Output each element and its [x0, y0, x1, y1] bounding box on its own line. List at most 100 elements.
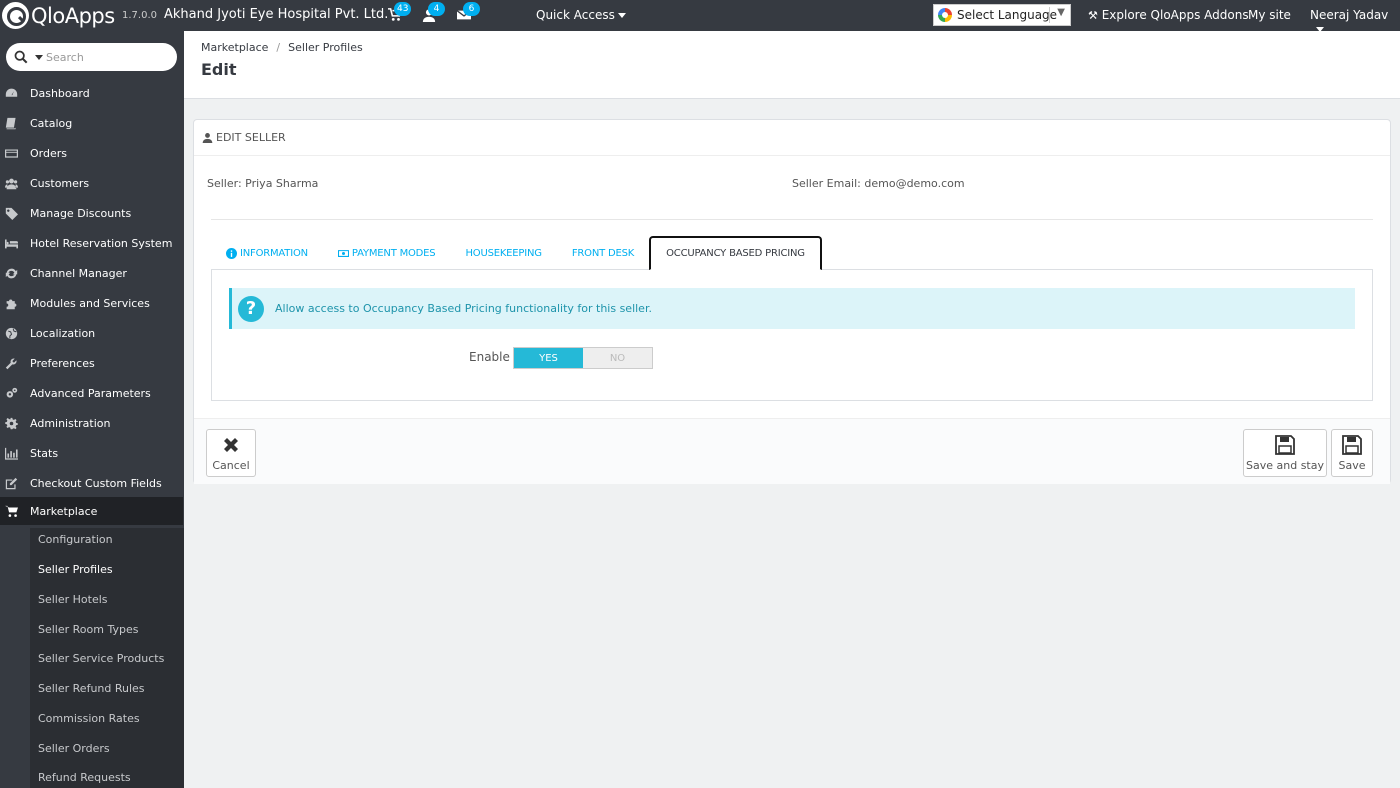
panel-footer: Cancel Save and stay Save — [194, 418, 1390, 484]
save-button[interactable]: Save — [1331, 429, 1373, 477]
version-label: 1.7.0.0 — [122, 10, 157, 21]
sidebar-item-preferences[interactable]: Preferences — [0, 349, 184, 377]
cogs-icon — [6, 387, 18, 398]
sidebar-item-modules-and-services[interactable]: Modules and Services — [0, 289, 184, 317]
submenu-item-commission-rates[interactable]: Commission Rates — [38, 709, 140, 729]
customers-notification[interactable]: 4 — [422, 2, 445, 24]
sidebar-item-label: Marketplace — [30, 504, 98, 518]
search-icon[interactable] — [14, 50, 28, 64]
puzzle-icon: ⚒ — [1088, 9, 1098, 22]
toggle-yes[interactable]: YES — [514, 348, 583, 368]
alert-text: Allow access to Occupancy Based Pricing … — [275, 302, 652, 315]
search-type-caret-icon[interactable] — [35, 55, 43, 60]
info-alert: ? Allow access to Occupancy Based Pricin… — [229, 288, 1355, 329]
submenu-item-seller-refund-rules[interactable]: Seller Refund Rules — [38, 679, 145, 699]
sidebar-item-orders[interactable]: Orders — [0, 139, 184, 167]
seller-tabs: INFORMATION PAYMENT MODES HOUSEKEEPING F… — [211, 236, 822, 270]
submenu-item-refund-requests[interactable]: Refund Requests — [38, 768, 131, 788]
globe-icon — [5, 327, 18, 339]
orders-badge: 43 — [394, 2, 412, 16]
puzzle-icon — [6, 298, 17, 309]
sidebar-item-label: Administration — [30, 416, 111, 430]
tag-icon — [5, 207, 18, 220]
sidebar-item-label: Preferences — [30, 356, 95, 370]
bed-icon — [5, 238, 18, 248]
submenu-item-seller-service-products[interactable]: Seller Service Products — [38, 649, 164, 669]
tab-label: INFORMATION — [240, 247, 308, 259]
breadcrumb-item-seller-profiles[interactable]: Seller Profiles — [288, 41, 363, 54]
messages-notification[interactable]: 6 — [456, 2, 480, 24]
page-title: Edit — [201, 60, 237, 79]
caret-down-icon — [617, 13, 626, 18]
sidebar-item-label: Customers — [30, 176, 90, 190]
language-select[interactable]: Select Language ▼ — [933, 4, 1071, 26]
logo-text: QloApps — [31, 3, 115, 28]
customers-badge: 4 — [428, 2, 445, 16]
sidebar-item-advanced-parameters[interactable]: Advanced Parameters — [0, 379, 184, 407]
sidebar-item-marketplace[interactable]: Marketplace — [0, 497, 183, 525]
sidebar-item-dashboard[interactable]: Dashboard — [0, 79, 184, 107]
sidebar-item-manage-discounts[interactable]: Manage Discounts — [0, 199, 184, 227]
sidebar-item-administration[interactable]: Administration — [0, 409, 184, 437]
submenu-item-seller-hotels[interactable]: Seller Hotels — [38, 590, 108, 610]
quick-access-dropdown[interactable]: Quick Access — [536, 8, 626, 22]
enable-toggle[interactable]: YES NO — [513, 347, 653, 369]
shop-name[interactable]: Akhand Jyoti Eye Hospital Pvt. Ltd. — [164, 7, 388, 22]
submenu-item-configuration[interactable]: Configuration — [38, 530, 113, 550]
cancel-button[interactable]: Cancel — [206, 429, 256, 477]
sidebar-item-stats[interactable]: Stats — [0, 439, 184, 467]
save-and-stay-button[interactable]: Save and stay — [1243, 429, 1327, 477]
sidebar-item-label: Hotel Reservation System — [30, 236, 173, 250]
logo-icon — [2, 2, 29, 29]
sidebar-item-customers[interactable]: Customers — [0, 169, 184, 197]
info-circle-icon — [226, 247, 237, 259]
tab-housekeeping[interactable]: HOUSEKEEPING — [450, 236, 556, 270]
book-icon — [5, 117, 16, 129]
search-box — [6, 43, 177, 71]
dropdown-arrow-icon: ▼ — [1057, 7, 1065, 18]
tab-front-desk[interactable]: FRONT DESK — [557, 236, 649, 270]
toggle-no[interactable]: NO — [583, 348, 652, 368]
tab-label: PAYMENT MODES — [351, 247, 436, 259]
submenu-item-seller-room-types[interactable]: Seller Room Types — [38, 620, 138, 640]
users-icon — [5, 178, 18, 189]
dashboard-icon — [5, 88, 18, 97]
save-label: Save — [1338, 459, 1366, 472]
tab-payment-modes[interactable]: PAYMENT MODES — [323, 236, 451, 270]
explore-addons-link[interactable]: ⚒ Explore QloApps Addons — [1088, 8, 1249, 22]
search-input[interactable] — [46, 47, 166, 67]
tab-content: ? Allow access to Occupancy Based Pricin… — [211, 269, 1373, 401]
submenu-item-seller-orders[interactable]: Seller Orders — [38, 739, 110, 759]
top-header: QloApps 1.7.0.0 Akhand Jyoti Eye Hospita… — [0, 0, 1400, 32]
bar-chart-icon — [5, 447, 18, 460]
sidebar-item-hotel-reservation-system[interactable]: Hotel Reservation System — [0, 229, 184, 257]
sidebar-item-label: Channel Manager — [30, 266, 127, 280]
breadcrumb-item-marketplace[interactable]: Marketplace — [201, 41, 268, 54]
edit-seller-panel: EDIT SELLER Seller: Priya Sharma Seller … — [193, 119, 1391, 484]
sidebar-item-catalog[interactable]: Catalog — [0, 109, 184, 137]
sidebar-item-label: Stats — [30, 446, 59, 460]
google-icon — [938, 8, 952, 22]
language-label: Select Language — [957, 8, 1058, 22]
qloapps-logo[interactable]: QloApps — [2, 2, 115, 29]
tab-information[interactable]: INFORMATION — [211, 236, 323, 270]
seller-name: Seller: Priya Sharma — [207, 177, 319, 190]
sidebar-item-label: Dashboard — [30, 86, 90, 100]
money-icon — [337, 249, 349, 257]
tab-label: HOUSEKEEPING — [465, 247, 542, 259]
question-circle-icon: ? — [238, 295, 264, 322]
messages-badge: 6 — [463, 2, 480, 16]
refresh-icon — [5, 268, 18, 278]
sidebar-item-localization[interactable]: Localization — [0, 319, 184, 347]
my-site-link[interactable]: My site — [1248, 8, 1291, 22]
submenu-item-seller-profiles[interactable]: Seller Profiles — [38, 560, 113, 580]
breadcrumb: Marketplace / Seller Profiles — [201, 41, 363, 54]
sidebar-item-label: Modules and Services — [30, 296, 150, 310]
close-icon — [224, 438, 238, 452]
orders-notification[interactable]: 43 — [388, 2, 412, 24]
sidebar-item-channel-manager[interactable]: Channel Manager — [0, 259, 184, 287]
panel-heading: EDIT SELLER — [194, 120, 1390, 156]
tab-occupancy-based-pricing[interactable]: OCCUPANCY BASED PRICING — [649, 236, 822, 270]
sidebar: Dashboard Catalog Orders Customers Manag… — [0, 31, 184, 788]
sidebar-item-checkout-custom-fields[interactable]: Checkout Custom Fields — [0, 469, 184, 497]
